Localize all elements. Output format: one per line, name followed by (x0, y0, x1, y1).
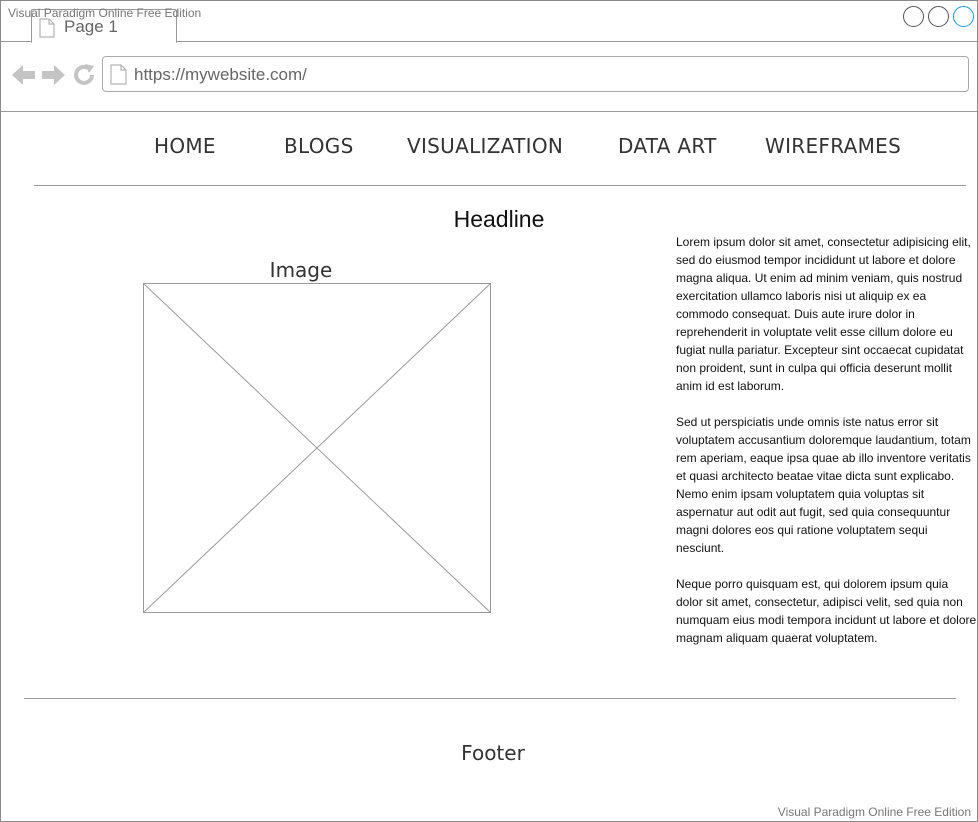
page-icon (39, 18, 55, 38)
footer-label: Footer (461, 741, 525, 765)
arrow-left-icon[interactable] (11, 63, 36, 87)
paragraph-3: Neque porro quisquam est, qui dolorem ip… (676, 577, 977, 645)
nav-divider (34, 185, 966, 186)
nav-item-visualization[interactable]: VISUALIZATION (407, 134, 563, 158)
nav-item-data-art[interactable]: DATA ART (618, 134, 717, 158)
nav-item-wireframes[interactable]: WIREFRAMES (765, 134, 901, 158)
watermark-top: Visual Paradigm Online Free Edition (8, 6, 202, 20)
window-button-3[interactable] (953, 6, 974, 27)
page-icon (110, 64, 127, 85)
nav-item-blogs[interactable]: BLOGS (284, 134, 354, 158)
paragraph-1: Lorem ipsum dolor sit amet, consectetur … (676, 235, 971, 393)
image-label: Image (269, 258, 333, 282)
window-button-1[interactable] (903, 6, 924, 27)
window-button-2[interactable] (928, 6, 949, 27)
nav-item-home[interactable]: HOME (154, 134, 216, 158)
body-text: Lorem ipsum dolor sit amet, consectetur … (676, 233, 978, 665)
watermark-bottom: Visual Paradigm Online Free Edition (777, 805, 971, 819)
browser-tab-label: Page 1 (64, 17, 118, 36)
url-input[interactable]: https://mywebsite.com/ (102, 56, 969, 92)
wireframe-canvas: Visual Paradigm Online Free Edition Page… (0, 0, 978, 822)
paragraph-2: Sed ut perspiciatis unde omnis iste natu… (676, 415, 971, 555)
url-text: https://mywebsite.com/ (134, 65, 307, 84)
reload-icon[interactable] (72, 63, 96, 87)
footer-divider (24, 698, 956, 699)
image-placeholder (143, 283, 491, 613)
arrow-right-icon[interactable] (41, 63, 66, 87)
headline: Headline (453, 206, 545, 232)
